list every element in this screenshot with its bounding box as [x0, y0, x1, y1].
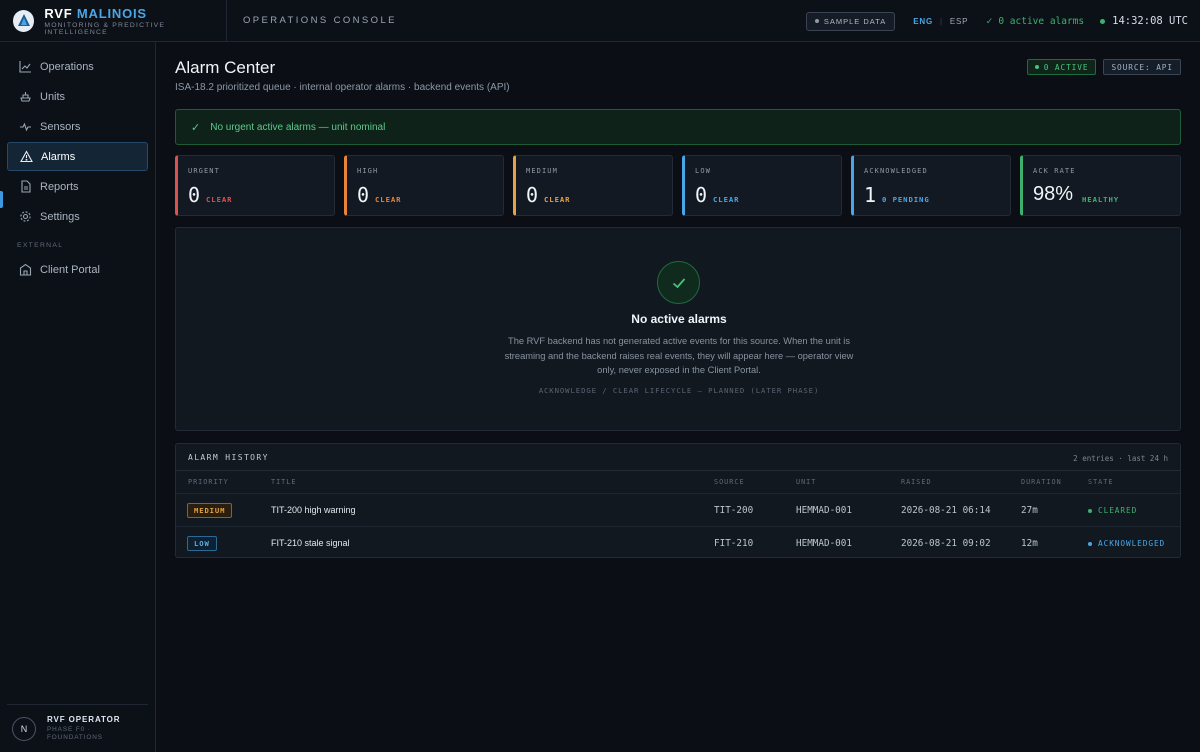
active-count-badge: 0 ACTIVE	[1026, 59, 1097, 75]
source-badge: SOURCE: API	[1103, 59, 1181, 75]
nominal-status-banner: ✓ No urgent active alarms — unit nominal	[175, 109, 1181, 145]
logo-icon	[13, 9, 35, 32]
avatar: N	[12, 716, 36, 741]
building-icon	[18, 263, 32, 277]
priority-badge: MEDIUM	[187, 503, 233, 518]
check-icon: ✓	[191, 121, 201, 134]
utc-clock: 14:32:08 UTC	[1100, 15, 1188, 27]
lifecycle-note: ACKNOWLEDGE / CLEAR LIFECYCLE — PLANNED …	[538, 386, 820, 395]
sidebar: Operations Units Sensors Alarms Reports …	[0, 42, 156, 752]
status-badge: CLEARED	[1088, 506, 1137, 515]
kpi-high: HIGH 0 CLEAR	[344, 155, 504, 216]
warning-triangle-icon	[19, 150, 33, 164]
alarm-source: FIT-210	[714, 538, 754, 549]
alarm-unit: HEMMAD-001	[796, 538, 852, 549]
column-source: SOURCE	[714, 478, 745, 486]
active-indicator	[0, 191, 3, 208]
page-title: Alarm Center	[175, 58, 276, 77]
page-subtitle: ISA-18.2 prioritized queue · internal op…	[175, 82, 510, 93]
table-row[interactable]: LOW FIT-210 stale signal FIT-210 HEMMAD-…	[176, 526, 1180, 559]
alarm-history-title: ALARM HISTORY	[188, 453, 269, 462]
status-badge: ACKNOWLEDGED	[1088, 539, 1165, 548]
brand-tagline: MONITORING & PREDICTIVE INTELLIGENCE	[44, 21, 166, 36]
live-dot-icon	[1100, 18, 1106, 24]
empty-state-panel: No active alarms The RVF backend has not…	[175, 227, 1181, 431]
column-unit: UNIT	[796, 478, 817, 486]
kpi-ack-rate: ACK RATE 98% HEALTHY	[1020, 155, 1181, 216]
brand[interactable]: RVF MALINOIS MONITORING & PREDICTIVE INT…	[0, 0, 227, 42]
kpi-urgent: URGENT 0 CLEAR	[175, 155, 335, 216]
pulse-icon	[18, 120, 32, 134]
table-row[interactable]: MEDIUM TIT-200 high warning TIT-200 HEMM…	[176, 493, 1180, 526]
kpi-acknowledged: ACKNOWLEDGED 1 0 PENDING	[851, 155, 1011, 216]
sidebar-item-sensors[interactable]: Sensors	[7, 112, 148, 141]
alarm-raised: 2026-08-21 09:02	[901, 538, 991, 549]
sidebar-item-alarms[interactable]: Alarms	[7, 142, 148, 171]
alarm-raised: 2026-08-21 06:14	[901, 505, 991, 516]
check-icon: ✓	[986, 15, 993, 27]
alarm-history-panel: ALARM HISTORY 2 entries · last 24 h PRIO…	[175, 443, 1181, 558]
sidebar-item-reports[interactable]: Reports	[7, 172, 148, 201]
alarm-title: TIT-200 high warning	[271, 505, 356, 515]
language-switch: ENG | ESP	[913, 16, 969, 26]
alarm-duration: 27m	[1021, 505, 1038, 516]
sidebar-item-operations[interactable]: Operations	[7, 52, 148, 81]
column-raised: RAISED	[901, 478, 932, 486]
sidebar-section-external: EXTERNAL	[17, 242, 64, 249]
kpi-medium: MEDIUM 0 CLEAR	[513, 155, 673, 216]
empty-state-title: No active alarms	[631, 312, 727, 326]
kpi-low: LOW 0 CLEAR	[682, 155, 842, 216]
alarm-duration: 12m	[1021, 538, 1038, 549]
gear-icon	[18, 210, 32, 224]
user-profile[interactable]: N RVF OPERATOR PHASE F0 · FOUNDATIONS	[7, 704, 148, 752]
console-title: OPERATIONS CONSOLE	[243, 15, 397, 26]
brand-name: RVF MALINOIS	[44, 5, 147, 21]
sample-data-badge: SAMPLE DATA	[805, 11, 896, 31]
lang-eng-option[interactable]: ENG	[913, 17, 933, 26]
alarm-source: TIT-200	[714, 505, 754, 516]
line-chart-icon	[18, 60, 32, 74]
priority-badge: LOW	[187, 536, 217, 551]
top-bar: RVF MALINOIS MONITORING & PREDICTIVE INT…	[0, 0, 1200, 42]
alarm-status-indicator: ✓ 0 active alarms	[986, 15, 1085, 27]
column-title: TITLE	[271, 478, 297, 486]
units-icon	[18, 90, 32, 104]
column-state: STATE	[1088, 478, 1114, 486]
column-duration: DURATION	[1021, 478, 1062, 486]
alarm-title: FIT-210 stale signal	[271, 538, 350, 548]
user-name: RVF OPERATOR	[47, 715, 121, 724]
user-role: PHASE F0 · FOUNDATIONS	[47, 726, 103, 741]
sidebar-item-client-portal[interactable]: Client Portal	[7, 255, 148, 284]
check-circle-icon	[657, 261, 700, 304]
alarm-unit: HEMMAD-001	[796, 505, 852, 516]
sidebar-item-units[interactable]: Units	[7, 82, 148, 111]
column-priority: PRIORITY	[188, 478, 229, 486]
document-icon	[18, 180, 32, 194]
empty-state-description: The RVF backend has not generated active…	[504, 336, 854, 376]
kpi-row: URGENT 0 CLEAR HIGH 0 CLEAR MEDIUM 0 CLE…	[175, 155, 1181, 216]
alarm-history-meta: 2 entries · last 24 h	[1073, 454, 1168, 463]
sidebar-item-settings[interactable]: Settings	[7, 202, 148, 231]
lang-esp-option[interactable]: ESP	[950, 17, 968, 26]
